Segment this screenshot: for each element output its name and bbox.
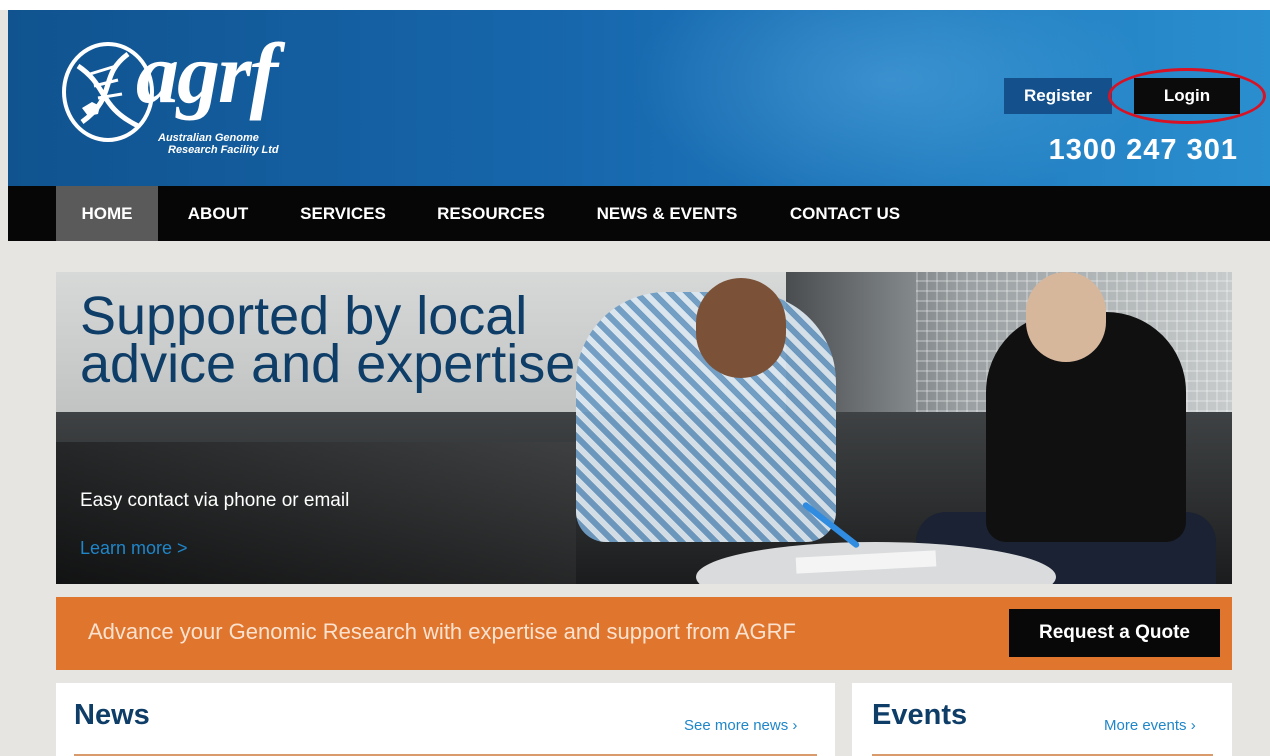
hero-subtext: Easy contact via phone or email <box>80 490 350 511</box>
login-button[interactable]: Login <box>1134 78 1240 114</box>
top-strip <box>0 0 1270 10</box>
hero-learn-more-link[interactable]: Learn more > <box>80 538 188 559</box>
logo-wordmark: agrf <box>136 25 278 121</box>
nav-item-services[interactable]: SERVICES <box>288 186 398 241</box>
phone-number: 1300 247 301 <box>1048 134 1238 166</box>
agrf-logo[interactable]: agrf Australian Genome Research Facility… <box>58 30 338 166</box>
request-quote-button[interactable]: Request a Quote <box>1009 609 1220 657</box>
register-button[interactable]: Register <box>1004 78 1112 114</box>
news-panel: News See more news › <box>56 683 835 756</box>
nav-item-home[interactable]: HOME <box>56 186 158 241</box>
more-events-link[interactable]: More events › <box>1104 717 1196 734</box>
logo-subtitle: Australian Genome Research Facility Ltd <box>158 132 279 156</box>
hero-headline-line1: Supported by local <box>80 286 528 346</box>
promo-text: Advance your Genomic Research with exper… <box>88 619 796 644</box>
main-nav: HOME ABOUT SERVICES RESOURCES NEWS & EVE… <box>8 186 1270 241</box>
nav-item-resources[interactable]: RESOURCES <box>426 186 556 241</box>
nav-item-contact-us[interactable]: CONTACT US <box>780 186 910 241</box>
hero-headline: Supported by local advice and expertise <box>80 286 720 394</box>
promo-bar: Advance your Genomic Research with exper… <box>56 597 1232 670</box>
events-title: Events <box>872 699 968 731</box>
logo-subtitle-line2: Research Facility Ltd <box>168 144 279 156</box>
logo-subtitle-line1: Australian Genome <box>158 132 259 144</box>
site-header: agrf Australian Genome Research Facility… <box>8 10 1270 186</box>
nav-item-about[interactable]: ABOUT <box>178 186 258 241</box>
events-panel: Events More events › <box>852 683 1232 756</box>
nav-item-news-events[interactable]: NEWS & EVENTS <box>582 186 752 241</box>
see-more-news-link[interactable]: See more news › <box>684 717 797 734</box>
news-title: News <box>74 699 150 731</box>
hero-banner[interactable]: Supported by local advice and expertise … <box>56 272 1232 584</box>
hero-headline-line2: advice and expertise <box>80 334 576 394</box>
hero-woman-head <box>1026 272 1106 362</box>
hero-sofa-shade <box>56 442 576 584</box>
